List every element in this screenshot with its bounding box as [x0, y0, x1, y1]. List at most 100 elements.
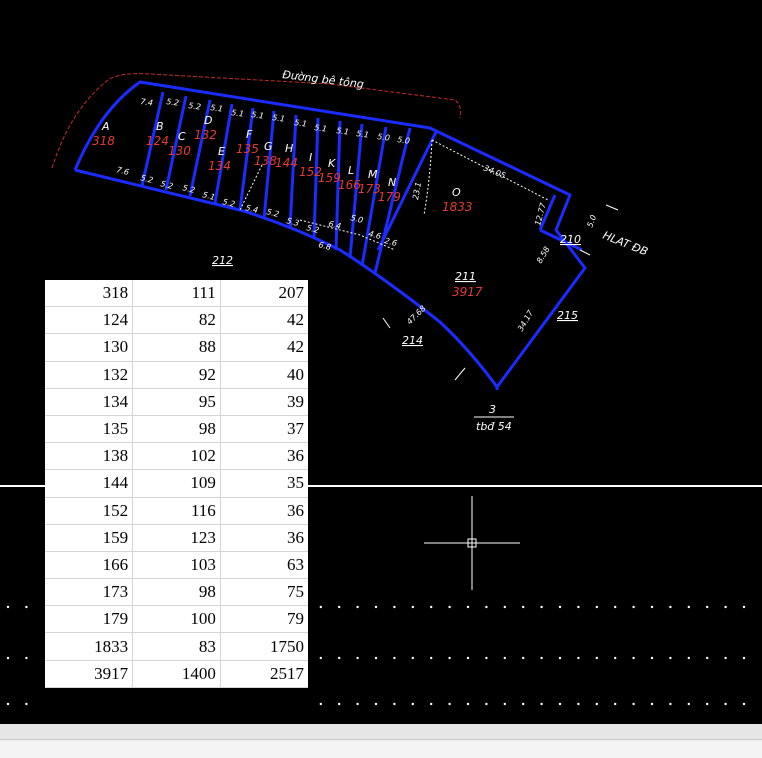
- grid-dot: [466, 605, 470, 609]
- table-cell[interactable]: 88: [132, 333, 221, 362]
- lot-divider-line: [288, 114, 298, 229]
- table-cell[interactable]: 92: [132, 361, 221, 389]
- table-cell[interactable]: 36: [220, 497, 308, 525]
- table-cell[interactable]: 1750: [220, 632, 308, 661]
- parcel-210-label: 210: [560, 233, 581, 246]
- top-dimension: 5.1: [231, 108, 245, 119]
- table-cell[interactable]: 37: [220, 415, 308, 444]
- table-cell[interactable]: 179: [45, 605, 134, 634]
- table-cell[interactable]: 130: [45, 333, 134, 362]
- table-cell[interactable]: 111: [132, 280, 221, 308]
- grid-dot: [338, 656, 341, 660]
- grid-dot: [338, 605, 341, 609]
- lot-area-label: 124: [146, 134, 169, 148]
- lot-area-label: 130: [168, 144, 191, 158]
- table-cell[interactable]: 135: [45, 415, 134, 444]
- table-cell[interactable]: 42: [220, 333, 308, 362]
- grid-dot: [503, 605, 506, 609]
- table-cell[interactable]: 36: [220, 442, 308, 471]
- table-cell[interactable]: 100: [132, 605, 221, 634]
- table-cell[interactable]: 95: [132, 388, 221, 416]
- table-row: 3917 1400 2517: [45, 660, 308, 688]
- status-bar: [0, 724, 762, 758]
- table-cell[interactable]: 2517: [220, 660, 308, 688]
- table-cell[interactable]: 123: [132, 524, 221, 552]
- table-cell[interactable]: 39: [220, 388, 308, 416]
- table-cell[interactable]: 124: [45, 306, 134, 335]
- grid-dot: [595, 702, 598, 706]
- area-table[interactable]: 318 111 207 124 82 42 130 88 42 132 92 40 134 95 39 135…: [45, 280, 308, 688]
- table-cell[interactable]: 63: [220, 551, 308, 580]
- grid-dot: [393, 605, 396, 609]
- grid-dot: [577, 605, 580, 609]
- table-cell[interactable]: 40: [220, 361, 308, 389]
- grid-dot: [724, 702, 727, 706]
- grid-dot: [393, 702, 396, 706]
- table-cell[interactable]: 138: [45, 442, 134, 471]
- table-cell[interactable]: 1400: [132, 660, 221, 688]
- top-dimension: 5.1: [210, 103, 224, 114]
- command-strip[interactable]: [0, 742, 762, 758]
- table-row: 124 82 42: [45, 306, 308, 335]
- bottom-dimension: 6.8: [318, 240, 333, 252]
- table-cell[interactable]: 144: [45, 469, 134, 498]
- grid-dot: [411, 702, 414, 706]
- parcel-211-label: 211: [455, 270, 476, 283]
- table-row: 173 98 75: [45, 578, 308, 607]
- grid-dot: [687, 656, 690, 660]
- grid-dot: [25, 605, 28, 609]
- table-cell[interactable]: 98: [132, 578, 221, 607]
- table-cell[interactable]: 152: [45, 497, 134, 525]
- sheet-label: tbđ 54: [476, 420, 512, 433]
- table-cell[interactable]: 83: [132, 632, 221, 661]
- dim-5-0: 5.0: [585, 214, 598, 229]
- table-cell[interactable]: 207: [220, 280, 308, 308]
- table-cell[interactable]: 116: [132, 497, 221, 525]
- table-cell[interactable]: 35: [220, 469, 308, 498]
- table-cell[interactable]: 102: [132, 442, 221, 471]
- table-cell[interactable]: 75: [220, 578, 308, 607]
- lot-area-label: 179: [378, 190, 401, 204]
- top-dimension: 5.2: [188, 101, 202, 112]
- crosshair-cursor-icon: [424, 496, 520, 590]
- table-cell[interactable]: 109: [132, 469, 221, 498]
- table-cell[interactable]: 134: [45, 388, 134, 416]
- grid-dot: [706, 702, 709, 706]
- parcel-214-label: 214: [402, 334, 423, 347]
- grid-dot: [540, 656, 543, 660]
- table-cell[interactable]: 318: [45, 280, 134, 308]
- table-row: 134 95 39: [45, 388, 308, 416]
- table-cell[interactable]: 1833: [45, 632, 134, 661]
- table-row: 318 111 207: [45, 280, 308, 308]
- grid-dot: [448, 702, 451, 706]
- grid-dot: [669, 605, 672, 609]
- grid-dot: [558, 605, 562, 609]
- lot-area-label: 1833: [442, 200, 473, 214]
- table-cell[interactable]: 36: [220, 524, 308, 552]
- table-cell[interactable]: 173: [45, 578, 134, 607]
- table-cell[interactable]: 159: [45, 524, 134, 552]
- grid-dot: [742, 656, 746, 660]
- lot-id-label: H: [285, 142, 293, 155]
- grid-dot: [577, 702, 580, 706]
- grid-dot: [466, 656, 470, 660]
- table-cell[interactable]: 98: [132, 415, 221, 444]
- table-cell[interactable]: 166: [45, 551, 134, 580]
- grid-dot: [558, 702, 562, 706]
- grid-dot: [687, 605, 690, 609]
- parcel-212-label: 212: [212, 254, 233, 267]
- table-cell[interactable]: 3917: [45, 660, 134, 688]
- lot-id-label: K: [328, 157, 336, 170]
- cad-viewport[interactable]: Đường bê tông A 318 B 124 C 130 D 132 E 134 F 135 G 1…: [0, 0, 762, 758]
- grid-dot: [356, 605, 359, 609]
- table-cell[interactable]: 132: [45, 361, 134, 389]
- table-cell[interactable]: 42: [220, 306, 308, 335]
- bottom-dimension: 5.2: [182, 183, 197, 195]
- table-cell[interactable]: 82: [132, 306, 221, 335]
- grid-dot: [614, 656, 617, 660]
- grid-dot: [374, 702, 378, 706]
- grid-dot: [724, 605, 727, 609]
- lot-id-label: O: [452, 186, 461, 199]
- table-cell[interactable]: 103: [132, 551, 221, 580]
- table-cell[interactable]: 79: [220, 605, 308, 634]
